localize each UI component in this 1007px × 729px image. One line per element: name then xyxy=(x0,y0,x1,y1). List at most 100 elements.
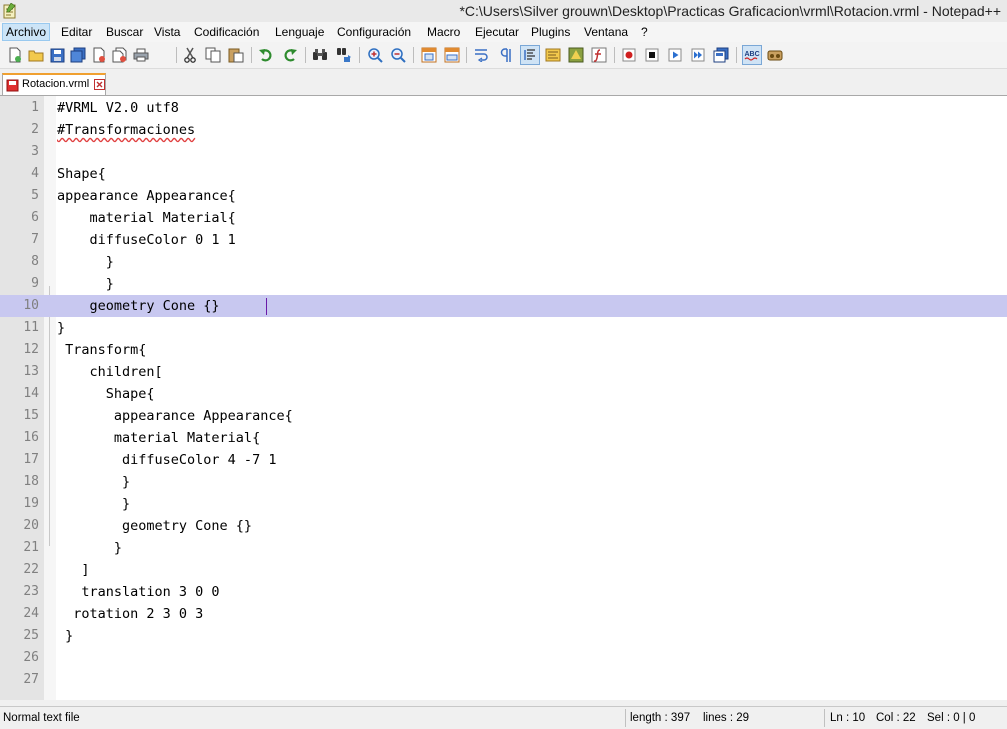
editor-line[interactable]: 26 xyxy=(0,647,1007,669)
code-text: } xyxy=(57,628,74,644)
paste-icon[interactable] xyxy=(226,45,246,65)
tab-rotacion-vrml[interactable]: Rotacion.vrml xyxy=(2,73,106,95)
menu-plugins[interactable]: Plugins xyxy=(528,24,573,40)
line-number: 17 xyxy=(23,452,39,467)
editor-line[interactable]: 27 xyxy=(0,669,1007,691)
indent-guide-icon[interactable] xyxy=(520,45,540,65)
editor-line[interactable]: 4 Shape{ xyxy=(0,163,1007,185)
toolbar-separator xyxy=(359,47,360,63)
editor-line[interactable]: 23 translation 3 0 0 xyxy=(0,581,1007,603)
save-icon[interactable] xyxy=(47,45,67,65)
tab-close-icon[interactable] xyxy=(94,79,105,90)
close-icon[interactable] xyxy=(89,45,109,65)
close-all-icon[interactable] xyxy=(110,45,130,65)
replace-icon[interactable] xyxy=(334,45,354,65)
editor-line[interactable]: 2 #Transformaciones xyxy=(0,119,1007,141)
code-text: #VRML V2.0 utf8 xyxy=(57,100,179,116)
current-line[interactable]: 10 geometry Cone {} xyxy=(0,295,1007,317)
editor-line[interactable]: 18 } xyxy=(0,471,1007,493)
editor-line[interactable]: 24 rotation 2 3 0 3 xyxy=(0,603,1007,625)
menu-macro[interactable]: Macro xyxy=(424,24,463,40)
word-wrap-icon[interactable] xyxy=(472,45,492,65)
editor-line[interactable]: 8 } xyxy=(0,251,1007,273)
menu-buscar[interactable]: Buscar xyxy=(103,24,146,40)
record-macro-icon[interactable] xyxy=(619,45,639,65)
menu-ventana[interactable]: Ventana xyxy=(581,24,631,40)
menu-codificacion[interactable]: Codificación xyxy=(191,24,262,40)
editor-line[interactable]: 25 } xyxy=(0,625,1007,647)
status-length: length : 397 xyxy=(630,712,691,724)
line-number: 3 xyxy=(31,144,39,159)
editor-line[interactable]: 16 material Material{ xyxy=(0,427,1007,449)
code-text: Transform{ xyxy=(57,342,147,358)
editor-line[interactable]: 21 } xyxy=(0,537,1007,559)
menu-bar: Archivo Editar Buscar Vista Codificación… xyxy=(0,22,1007,42)
tab-bar: Rotacion.vrml xyxy=(0,69,1007,96)
zoom-out-icon[interactable] xyxy=(388,45,408,65)
editor-line[interactable]: 17 diffuseColor 4 -7 1 xyxy=(0,449,1007,471)
editor-line[interactable]: 5 appearance Appearance{ xyxy=(0,185,1007,207)
code-text: } xyxy=(57,540,123,556)
editor-line[interactable]: 6 material Material{ xyxy=(0,207,1007,229)
undo-icon[interactable] xyxy=(256,45,276,65)
open-file-icon[interactable] xyxy=(26,45,46,65)
line-number: 18 xyxy=(23,474,39,489)
editor-line[interactable]: 20 geometry Cone {} xyxy=(0,515,1007,537)
editor-line[interactable]: 3 xyxy=(0,141,1007,163)
editor-line[interactable]: 1 #VRML V2.0 utf8 xyxy=(0,97,1007,119)
plugin-icon[interactable] xyxy=(765,45,785,65)
editor-line[interactable]: 12 Transform{ xyxy=(0,339,1007,361)
line-number: 19 xyxy=(23,496,39,511)
line-number: 4 xyxy=(31,166,39,181)
editor-line[interactable]: 9 } xyxy=(0,273,1007,295)
find-icon[interactable] xyxy=(310,45,330,65)
toolbar-separator xyxy=(736,47,737,63)
copy-icon[interactable] xyxy=(203,45,223,65)
cut-icon[interactable] xyxy=(180,45,200,65)
sync-horizontal-icon[interactable] xyxy=(442,45,462,65)
save-macro-icon[interactable] xyxy=(711,45,731,65)
line-number: 1 xyxy=(31,100,39,115)
editor-line[interactable]: 13 children[ xyxy=(0,361,1007,383)
menu-editar[interactable]: Editar xyxy=(58,24,95,40)
new-file-icon[interactable] xyxy=(5,45,25,65)
function-list-icon[interactable] xyxy=(589,45,609,65)
line-number: 22 xyxy=(23,562,39,577)
text-caret xyxy=(266,298,267,315)
code-text: appearance Appearance{ xyxy=(57,408,293,424)
code-text: geometry Cone {} xyxy=(57,298,228,314)
menu-help[interactable]: ? xyxy=(638,24,651,40)
menu-vista[interactable]: Vista xyxy=(151,24,183,40)
editor-line[interactable]: 22 ] xyxy=(0,559,1007,581)
doc-map-icon[interactable] xyxy=(566,45,586,65)
sync-vertical-icon[interactable] xyxy=(419,45,439,65)
editor-line[interactable]: 14 Shape{ xyxy=(0,383,1007,405)
print-icon[interactable] xyxy=(131,45,151,65)
code-text: geometry Cone {} xyxy=(57,518,253,534)
line-number: 6 xyxy=(31,210,39,225)
menu-configuracion[interactable]: Configuración xyxy=(334,24,414,40)
editor[interactable]: 1 #VRML V2.0 utf8 2 #Transformaciones 3 4 S… xyxy=(0,96,1007,700)
menu-archivo[interactable]: Archivo xyxy=(2,23,51,41)
code-text: material Material{ xyxy=(57,210,236,226)
play-macro-icon[interactable] xyxy=(665,45,685,65)
user-language-icon[interactable] xyxy=(543,45,563,65)
redo-icon[interactable] xyxy=(280,45,300,65)
run-macro-multiple-icon[interactable] xyxy=(688,45,708,65)
menu-ejecutar[interactable]: Ejecutar xyxy=(472,24,522,40)
menu-lenguaje[interactable]: Lenguaje xyxy=(272,24,327,40)
save-all-icon[interactable] xyxy=(68,45,88,65)
stop-macro-icon[interactable] xyxy=(642,45,662,65)
line-number: 13 xyxy=(23,364,39,379)
editor-line[interactable]: 15 appearance Appearance{ xyxy=(0,405,1007,427)
editor-line[interactable]: 7 diffuseColor 0 1 1 xyxy=(0,229,1007,251)
status-bar: Normal text file length : 397 lines : 29… xyxy=(0,706,1007,729)
show-all-chars-icon[interactable] xyxy=(496,45,516,65)
code-text: ] xyxy=(57,562,90,578)
editor-line[interactable]: 19 } xyxy=(0,493,1007,515)
zoom-in-icon[interactable] xyxy=(365,45,385,65)
spell-check-icon[interactable]: ABC xyxy=(742,45,762,65)
line-number: 27 xyxy=(23,672,39,687)
toolbar-separator xyxy=(466,47,467,63)
editor-line[interactable]: 11} xyxy=(0,317,1007,339)
